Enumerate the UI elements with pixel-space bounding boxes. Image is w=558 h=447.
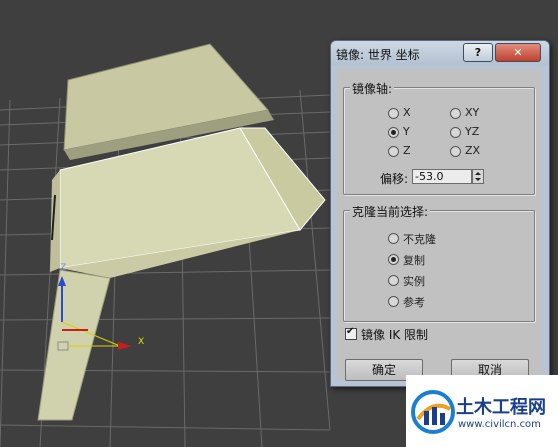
dialog-title: 镜像: 世界 坐标 (336, 48, 420, 62)
watermark-name: 土木工程网 (456, 397, 546, 418)
dialog-titlebar[interactable]: 镜像: 世界 坐标 ? ✕ (331, 41, 549, 65)
model-geometry[interactable] (37, 43, 326, 421)
clone-selection-group: 克隆当前选择: 不克隆 复制 实例 参考 (343, 203, 535, 322)
radio-button[interactable] (388, 296, 399, 307)
radio-instance-label: 实例 (403, 275, 425, 288)
slab-left-edge (50, 170, 60, 272)
ik-limit-checkbox[interactable] (345, 326, 357, 340)
radio-button[interactable] (388, 275, 399, 286)
gizmo-z-label: Z (60, 263, 66, 273)
radio-button[interactable] (388, 233, 399, 244)
radio-button[interactable] (450, 127, 461, 138)
watermark-url: www.civilcn.com (458, 419, 541, 430)
radio-axis-xy-label: XY (465, 106, 480, 119)
offset-label: 偏移: (380, 172, 409, 186)
mirror-axis-group: 镜像轴: X XY Y YZ Z ZX 偏移: -53.0 (343, 80, 535, 195)
radio-button[interactable] (450, 146, 461, 157)
radio-button-selected[interactable] (388, 127, 399, 138)
radio-copy-label: 复制 (403, 254, 425, 267)
gizmo-x-label: X (138, 337, 144, 347)
help-button[interactable]: ? (463, 43, 493, 62)
offset-input[interactable]: -53.0 (412, 169, 472, 184)
mirror-dialog: 镜像: 世界 坐标 ? ✕ 镜像轴: X XY Y YZ Z ZX 偏移: -5… (330, 40, 550, 387)
radio-axis-yz-label: YZ (465, 125, 480, 138)
watermark-logo-icon (411, 390, 455, 434)
spinner-up-icon[interactable] (475, 172, 481, 175)
ik-limit-label: 镜像 IK 限制 (361, 328, 429, 342)
radio-button[interactable] (388, 146, 399, 157)
watermark: 土木工程网 www.civilcn.com (406, 375, 558, 447)
offset-spinner-arrows[interactable] (472, 169, 484, 184)
close-button[interactable]: ✕ (495, 43, 541, 62)
offset-value: -53.0 (415, 170, 444, 183)
radio-axis-y-label: Y (403, 125, 410, 138)
radio-button-selected[interactable] (388, 254, 399, 265)
radio-axis-x-label: X (403, 106, 411, 119)
mirror-axis-label: 镜像轴: (350, 80, 395, 97)
radio-reference-label: 参考 (403, 296, 425, 309)
radio-axis-zx-label: ZX (465, 144, 481, 157)
radio-button[interactable] (450, 108, 461, 119)
spinner-down-icon[interactable] (475, 178, 481, 181)
dialog-body: 镜像轴: X XY Y YZ Z ZX 偏移: -53.0 克隆当前选择: 不克… (337, 69, 541, 381)
clone-selection-label: 克隆当前选择: (350, 203, 431, 220)
radio-button[interactable] (388, 108, 399, 119)
radio-axis-z-label: Z (403, 144, 411, 157)
radio-no-clone-label: 不克隆 (403, 233, 436, 246)
